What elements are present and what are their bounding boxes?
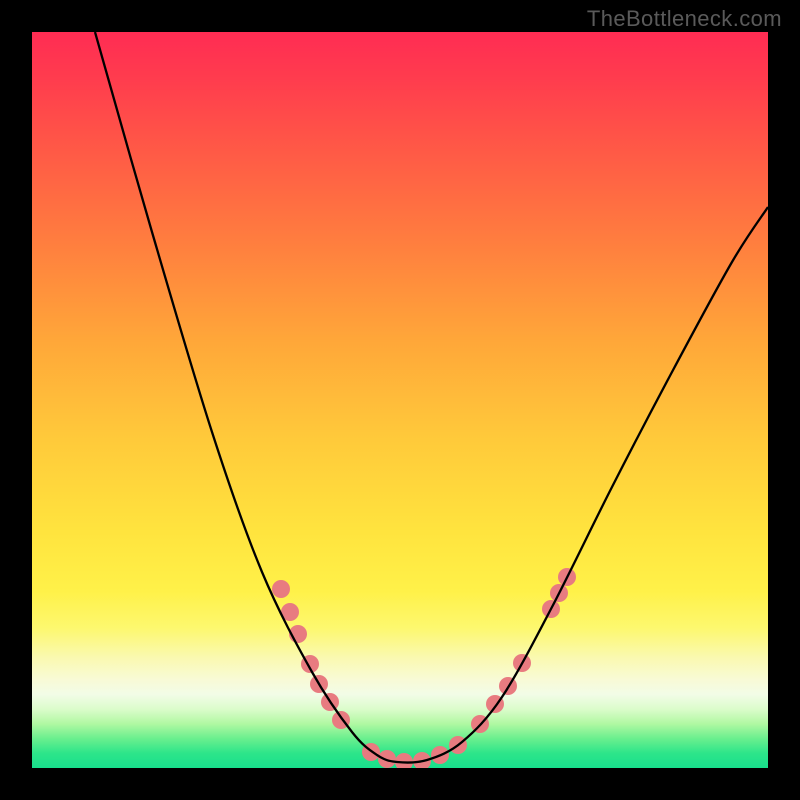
data-dots xyxy=(272,568,576,768)
curve-line xyxy=(95,32,768,763)
watermark-text: TheBottleneck.com xyxy=(587,6,782,32)
data-dot xyxy=(395,753,413,768)
data-dot xyxy=(272,580,290,598)
chart-svg xyxy=(32,32,768,768)
chart-frame xyxy=(32,32,768,768)
